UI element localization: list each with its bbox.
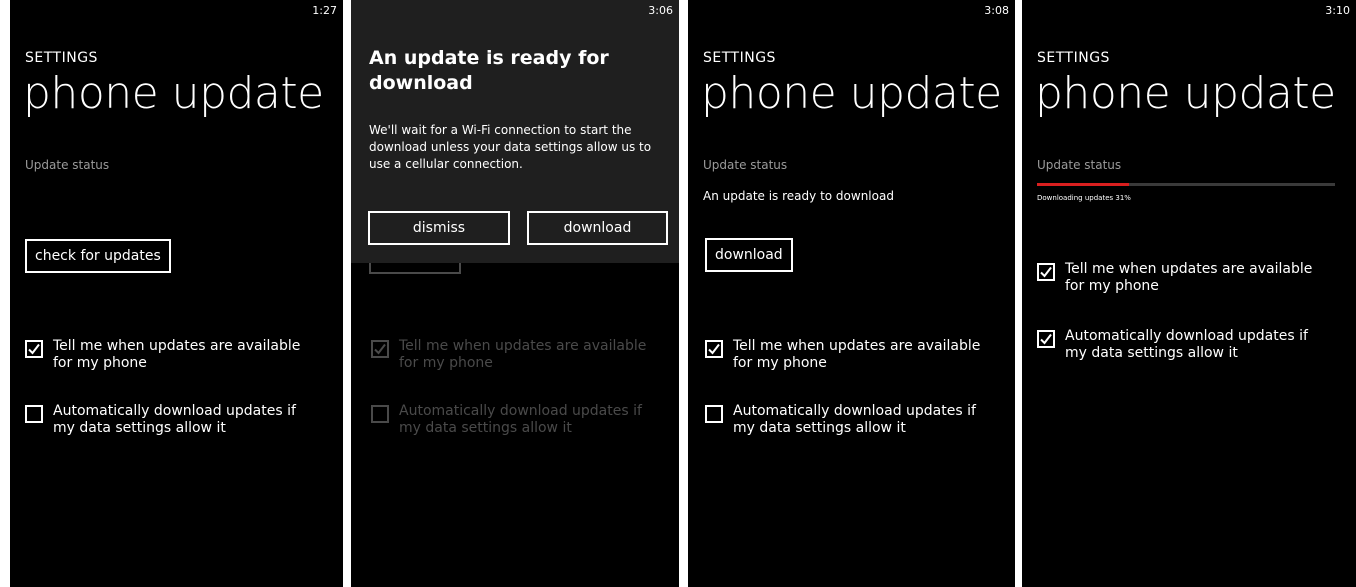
auto-download-label: Automatically download updates if my dat… [733,403,976,436]
auto-download-checkbox[interactable] [705,405,723,423]
auto-download-checkbox[interactable] [25,405,43,423]
screen-update-ready: 3:08 SETTINGS phone update Update status… [688,0,1015,587]
app-title: SETTINGS [25,50,98,66]
download-progress-fill [1037,183,1130,186]
check-for-updates-button[interactable]: check for updates [25,239,171,273]
update-ready-dialog: An update is ready for download We'll wa… [351,0,679,263]
update-status-text: An update is ready to download [703,189,894,203]
auto-download-label: Automatically download updates if my dat… [53,403,296,436]
status-bar-clock: 3:06 [648,4,673,17]
app-title: SETTINGS [1037,50,1110,66]
update-status-label: Update status [1037,158,1122,172]
status-bar-clock: 3:08 [984,4,1009,17]
download-progress-bar [1037,183,1335,186]
download-progress-text: Downloading updates 31% [1037,194,1131,202]
dialog-title: An update is ready for download [369,47,609,94]
notify-updates-checkbox[interactable] [1037,263,1055,281]
dialog-message: We'll wait for a Wi-Fi connection to sta… [369,123,652,171]
notify-updates-label: Tell me when updates are available for m… [733,338,981,371]
notify-updates-option[interactable]: Tell me when updates are available for m… [1037,261,1333,295]
app-title: SETTINGS [703,50,776,66]
notify-updates-checkbox [371,340,389,358]
update-status-label: Update status [703,158,788,172]
auto-download-option-dimmed: Automatically download updates if my dat… [371,403,667,437]
notify-updates-checkbox[interactable] [25,340,43,358]
screen-downloading: 3:10 SETTINGS phone update Update status… [1022,0,1356,587]
page-title: phone update [1035,68,1336,119]
page-title: phone update [23,68,324,119]
notify-updates-option-dimmed: Tell me when updates are available for m… [371,338,667,372]
dismiss-button[interactable]: dismiss [368,211,510,245]
checkmark-icon [708,343,720,355]
download-button[interactable]: download [527,211,668,245]
auto-download-checkbox[interactable] [1037,330,1055,348]
notify-updates-checkbox[interactable] [705,340,723,358]
notify-updates-option[interactable]: Tell me when updates are available for m… [25,338,321,372]
download-button[interactable]: download [705,238,793,272]
checkmark-icon [1040,333,1052,345]
notify-updates-label: Tell me when updates are available for m… [1065,261,1313,294]
notify-updates-option[interactable]: Tell me when updates are available for m… [705,338,1001,372]
checkmark-icon [374,343,386,355]
auto-download-label: Automatically download updates if my dat… [1065,328,1308,361]
auto-download-option[interactable]: Automatically download updates if my dat… [25,403,321,437]
notify-updates-label: Tell me when updates are available for m… [399,338,647,371]
auto-download-option[interactable]: Automatically download updates if my dat… [1037,328,1333,362]
auto-download-label: Automatically download updates if my dat… [399,403,642,436]
status-bar-clock: 1:27 [312,4,337,17]
auto-download-option[interactable]: Automatically download updates if my dat… [705,403,1001,437]
checkmark-icon [1040,266,1052,278]
screen-check-for-updates: 1:27 SETTINGS phone update Update status… [10,0,343,587]
page-title: phone update [701,68,1002,119]
screen-update-dialog: Tell me when updates are available for m… [351,0,679,587]
update-status-label: Update status [25,158,110,172]
auto-download-checkbox [371,405,389,423]
notify-updates-label: Tell me when updates are available for m… [53,338,301,371]
status-bar-clock: 3:10 [1325,4,1350,17]
checkmark-icon [28,343,40,355]
